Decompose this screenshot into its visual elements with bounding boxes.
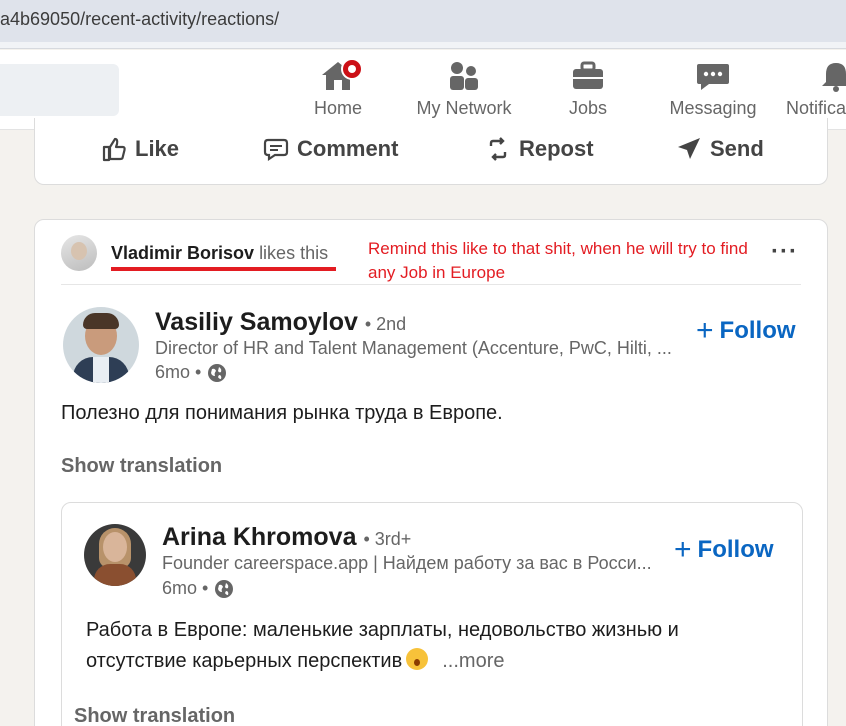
post-body-text: Полезно для понимания рынка труда в Евро… [61, 402, 503, 424]
url-text[interactable]: a4b69050/recent-activity/reactions/ [0, 9, 279, 30]
plus-icon: + [674, 533, 692, 566]
shared-author-headline: Founder careerspace.app | Найдем работу … [162, 553, 652, 573]
shared-follow-button[interactable]: + Follow [674, 533, 774, 567]
feed-post-card: Vladimir Borisov likes this Remind this … [34, 219, 828, 726]
like-label: Like [135, 136, 180, 161]
nav-label-jobs: Jobs [568, 98, 608, 118]
red-underline-annotation [111, 267, 336, 271]
follow-button[interactable]: + Follow [696, 314, 796, 348]
post-age: 6mo • [155, 362, 202, 382]
globe-icon [208, 363, 227, 382]
browser-toolbar-divider [0, 42, 846, 49]
author-headline: Director of HR and Talent Management (Ac… [155, 338, 672, 358]
author-name: Vasiliy Samoylov [155, 308, 358, 336]
repost-button[interactable]: Repost [485, 132, 594, 166]
messaging-icon [697, 64, 729, 90]
shared-post-body: Работа в Европе: маленькие зарплаты, нед… [86, 615, 766, 677]
send-icon [678, 138, 700, 159]
repost-label: Repost [519, 136, 594, 161]
shared-author-name-link[interactable]: Arina Khromova • 3rd+ [162, 523, 411, 552]
comment-button[interactable]: Comment [263, 132, 398, 166]
follow-label: Follow [719, 317, 796, 344]
search-input[interactable] [0, 64, 119, 116]
liker-name-link[interactable]: Vladimir Borisov [111, 243, 254, 263]
shared-connection-degree: • 3rd+ [363, 529, 412, 549]
nav-label-messaging: Messaging [669, 98, 757, 118]
reshared-post-card[interactable]: Arina Khromova • 3rd+ Founder careerspac… [61, 502, 803, 726]
repost-icon [489, 137, 507, 161]
nav-label-home: Home [313, 98, 362, 118]
social-activity-header: Vladimir Borisov likes this [111, 243, 328, 264]
see-more-link[interactable]: ...more [442, 650, 504, 672]
show-translation-button[interactable]: Show translation [61, 455, 222, 478]
shared-author-avatar[interactable] [84, 524, 146, 586]
like-button[interactable]: Like [101, 132, 179, 166]
shared-author-name: Arina Khromova [162, 523, 357, 551]
briefcase-icon [573, 61, 603, 89]
astonished-face-emoji-icon [406, 648, 429, 670]
post-timestamp: 6mo • [155, 362, 227, 383]
nav-label-my-network: My Network [416, 98, 512, 118]
shared-follow-label: Follow [697, 536, 774, 563]
bell-icon [822, 63, 846, 92]
notification-badge [341, 58, 363, 80]
send-label: Send [710, 136, 764, 161]
send-button[interactable]: Send [676, 132, 764, 166]
header-divider [61, 284, 801, 285]
shared-post-timestamp: 6mo • [162, 578, 234, 599]
author-name-link[interactable]: Vasiliy Samoylov • 2nd [155, 308, 406, 337]
liker-action-text: likes this [259, 243, 329, 263]
more-options-button[interactable]: ··· [771, 238, 798, 266]
previous-post-card: Like Comment Repost Send [34, 118, 828, 185]
thumbs-up-icon [102, 137, 126, 162]
comment-label: Comment [297, 136, 399, 161]
shared-show-translation-button[interactable]: Show translation [74, 705, 235, 726]
liker-avatar[interactable] [61, 235, 97, 271]
comment-icon [263, 138, 289, 162]
network-icon [450, 62, 478, 90]
plus-icon: + [696, 314, 714, 347]
shared-post-text: Работа в Европе: маленькие зарплаты, нед… [86, 619, 679, 672]
browser-url-bar[interactable]: a4b69050/recent-activity/reactions/ [0, 0, 846, 42]
author-avatar[interactable] [63, 307, 139, 383]
shared-post-age: 6mo • [162, 578, 209, 598]
nav-label-notifications: Notifica [786, 98, 846, 118]
red-annotation-text: Remind this like to that shit, when he w… [368, 239, 748, 282]
connection-degree: • 2nd [364, 314, 407, 334]
globe-icon [215, 579, 234, 598]
